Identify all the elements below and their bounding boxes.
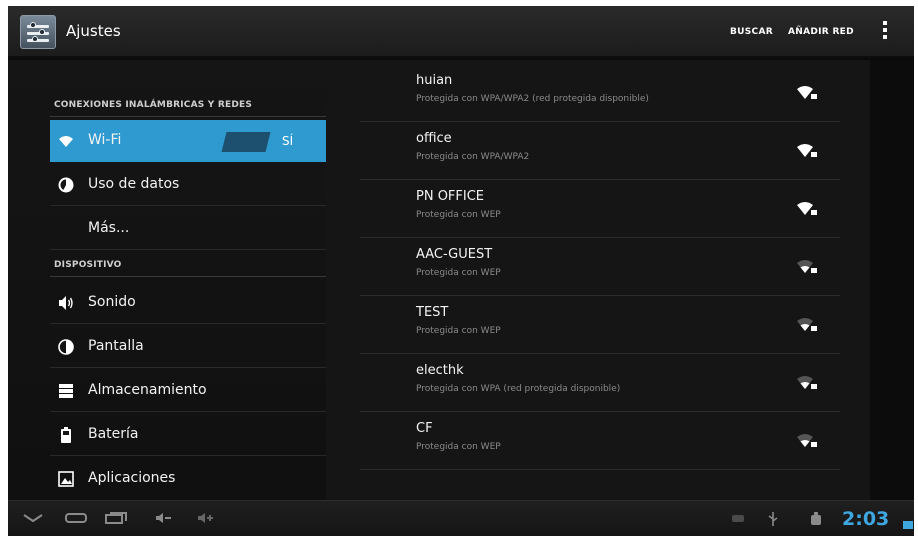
- back-icon[interactable]: [64, 511, 88, 525]
- settings-app-icon[interactable]: [20, 15, 56, 49]
- network-security: Protegida con WPA/WPA2 (red protegida di…: [416, 94, 649, 104]
- sidebar-item-storage[interactable]: Almacenamiento: [50, 370, 326, 412]
- hide-keyboard-icon[interactable]: [22, 511, 44, 525]
- speaker-icon: [59, 296, 73, 310]
- network-item[interactable]: PN OFFICE Protegida con WEP: [360, 180, 840, 238]
- network-item[interactable]: AAC-GUEST Protegida con WEP: [360, 238, 840, 296]
- sidebar-item-more[interactable]: Más...: [50, 208, 326, 250]
- section-divider: [50, 276, 326, 277]
- sidebar-item-label: Aplicaciones: [88, 470, 176, 486]
- section-divider: [50, 116, 326, 117]
- network-item[interactable]: electhk Protegida con WPA (red protegida…: [360, 354, 840, 412]
- network-name: AAC-GUEST: [416, 247, 493, 262]
- apps-icon: [58, 471, 74, 487]
- sidebar-item-apps[interactable]: Aplicaciones: [50, 458, 326, 500]
- wifi-signal-lock-icon: [797, 144, 817, 157]
- wifi-signal-lock-icon: [797, 86, 817, 99]
- search-button[interactable]: BUSCAR: [730, 27, 773, 37]
- toggle-thumb: [221, 132, 271, 152]
- overflow-menu-icon[interactable]: [882, 21, 888, 43]
- display-icon: [58, 339, 74, 355]
- sidebar-item-label: Uso de datos: [88, 176, 180, 192]
- network-security: Protegida con WEP: [416, 210, 501, 220]
- wifi-signal-lock-icon: [797, 202, 817, 215]
- wifi-network-list: huian Protegida con WPA/WPA2 (red proteg…: [326, 60, 870, 500]
- sidebar-item-label: Almacenamiento: [88, 382, 207, 398]
- network-name: office: [416, 131, 452, 146]
- sidebar-item-label: Más...: [88, 220, 130, 236]
- storage-icon: [59, 384, 73, 398]
- volume-up-icon[interactable]: [196, 511, 216, 525]
- tablet-screen: Ajustes BUSCAR AÑADIR RED CONEXIONES INA…: [8, 6, 914, 536]
- settings-sidebar: CONEXIONES INALÁMBRICAS Y REDES Wi-Fi SÍ…: [8, 60, 326, 500]
- status-clock: 2:03: [842, 508, 890, 530]
- sidebar-item-label: Sonido: [88, 294, 136, 310]
- volume-down-icon[interactable]: [154, 511, 174, 525]
- wifi-signal-lock-icon: [797, 376, 817, 389]
- section-header-device: DISPOSITIVO: [54, 260, 122, 270]
- network-security: Protegida con WPA/WPA2: [416, 152, 530, 162]
- add-network-button[interactable]: AÑADIR RED: [788, 27, 854, 37]
- network-item[interactable]: TEST Protegida con WEP: [360, 296, 840, 354]
- battery-icon: [61, 427, 71, 443]
- sidebar-item-battery[interactable]: Batería: [50, 414, 326, 456]
- battery-status-icon: [903, 521, 913, 529]
- sidebar-item-label: Pantalla: [88, 338, 144, 354]
- network-security: Protegida con WEP: [416, 268, 501, 278]
- wifi-signal-lock-icon: [797, 318, 817, 331]
- network-item[interactable]: CF Protegida con WEP: [360, 412, 840, 470]
- toggle-state-label: SÍ: [282, 134, 294, 148]
- wifi-signal-lock-icon: [797, 260, 817, 273]
- sidebar-item-label: Wi-Fi: [88, 132, 122, 148]
- network-item[interactable]: huian Protegida con WPA/WPA2 (red proteg…: [360, 64, 840, 122]
- wifi-icon: [59, 136, 73, 147]
- network-security: Protegida con WPA (red protegida disponi…: [416, 384, 621, 394]
- data-usage-icon: [58, 177, 74, 193]
- wifi-signal-lock-icon: [797, 434, 817, 447]
- sidebar-item-wifi[interactable]: Wi-Fi SÍ: [50, 120, 326, 162]
- sidebar-item-data-usage[interactable]: Uso de datos: [50, 164, 326, 206]
- network-security: Protegida con WEP: [416, 442, 501, 452]
- network-name: CF: [416, 421, 433, 436]
- system-bar: 2:03: [8, 500, 914, 536]
- network-item[interactable]: office Protegida con WPA/WPA2: [360, 122, 840, 180]
- sidebar-item-display[interactable]: Pantalla: [50, 326, 326, 368]
- sidebar-item-sound[interactable]: Sonido: [50, 282, 326, 324]
- page-title: Ajustes: [66, 22, 121, 40]
- sidebar-item-label: Batería: [88, 426, 139, 442]
- keyboard-notification-icon[interactable]: [730, 511, 746, 525]
- android-debug-icon[interactable]: [808, 511, 824, 527]
- network-name: PN OFFICE: [416, 189, 485, 204]
- network-name: TEST: [416, 305, 449, 320]
- section-header-wireless: CONEXIONES INALÁMBRICAS Y REDES: [54, 100, 253, 110]
- usb-icon[interactable]: [766, 511, 780, 527]
- wifi-toggle[interactable]: SÍ: [221, 132, 316, 152]
- home-icon[interactable]: [104, 511, 128, 525]
- network-security: Protegida con WEP: [416, 326, 501, 336]
- network-name: huian: [416, 73, 453, 88]
- network-name: electhk: [416, 363, 464, 378]
- action-bar: Ajustes BUSCAR AÑADIR RED: [8, 6, 914, 58]
